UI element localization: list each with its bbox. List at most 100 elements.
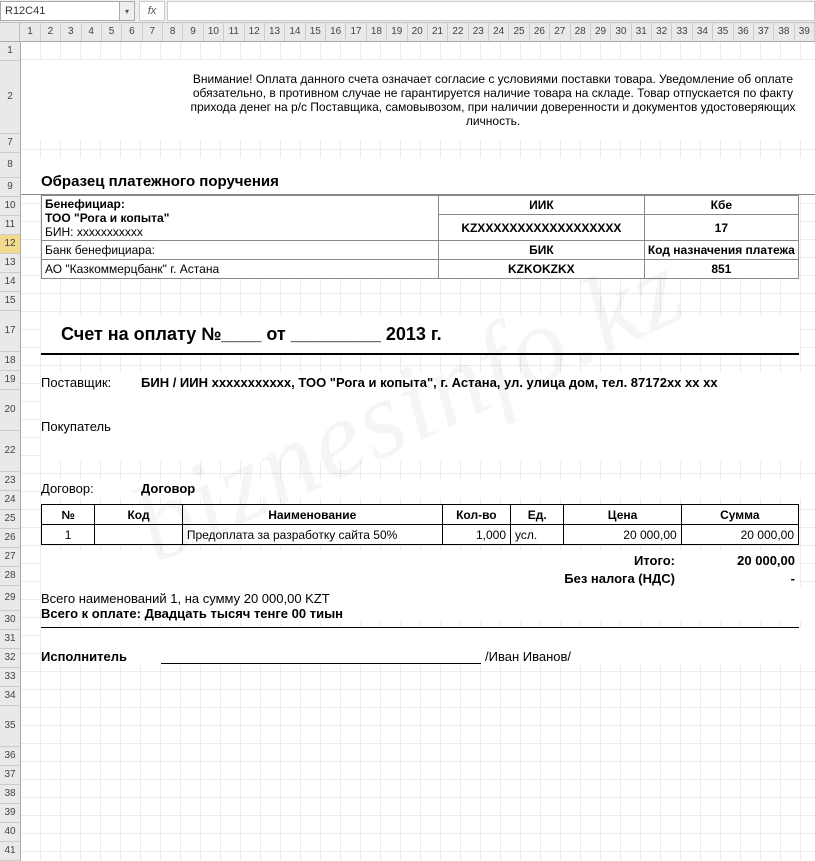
- col-header[interactable]: 5: [102, 23, 122, 41]
- row-header[interactable]: 26: [0, 529, 20, 548]
- row-header[interactable]: 15: [0, 292, 20, 311]
- col-header[interactable]: 34: [693, 23, 713, 41]
- col-header[interactable]: 13: [265, 23, 285, 41]
- col-header[interactable]: 8: [163, 23, 183, 41]
- row-header[interactable]: 8: [0, 153, 20, 178]
- row-header[interactable]: 32: [0, 649, 20, 668]
- col-header[interactable]: 18: [367, 23, 387, 41]
- items-table: № Код Наименование Кол-во Ед. Цена Сумма…: [41, 504, 799, 545]
- row-header[interactable]: 33: [0, 668, 20, 687]
- row-header[interactable]: 31: [0, 630, 20, 649]
- col-header[interactable]: 22: [448, 23, 468, 41]
- row-header[interactable]: 39: [0, 804, 20, 823]
- row-header[interactable]: 2: [0, 61, 20, 134]
- col-no: №: [42, 505, 95, 525]
- row-header[interactable]: 7: [0, 134, 20, 153]
- row-header[interactable]: 11: [0, 216, 20, 235]
- buyer-label: Покупатель: [41, 419, 141, 459]
- col-header[interactable]: 7: [143, 23, 163, 41]
- row-header[interactable]: 18: [0, 352, 20, 371]
- col-header[interactable]: 39: [795, 23, 815, 41]
- row-header[interactable]: 1: [0, 42, 20, 61]
- fx-button[interactable]: fx: [139, 1, 165, 21]
- col-header[interactable]: 35: [713, 23, 733, 41]
- cell-no: 1: [42, 525, 95, 545]
- col-price: Цена: [564, 505, 681, 525]
- row-header[interactable]: 29: [0, 586, 20, 611]
- col-header[interactable]: 38: [774, 23, 794, 41]
- col-header[interactable]: 28: [571, 23, 591, 41]
- row-header[interactable]: 19: [0, 371, 20, 390]
- col-header[interactable]: 15: [306, 23, 326, 41]
- kbe-label: Кбе: [644, 196, 798, 215]
- row-header-selected[interactable]: 12: [0, 235, 20, 254]
- row-header[interactable]: 20: [0, 390, 20, 431]
- col-header[interactable]: 1: [20, 23, 40, 41]
- col-header[interactable]: 16: [326, 23, 346, 41]
- col-header[interactable]: 37: [754, 23, 774, 41]
- cell-unit: усл.: [511, 525, 564, 545]
- row-header[interactable]: 40: [0, 823, 20, 842]
- col-header[interactable]: 31: [632, 23, 652, 41]
- novat-label: Без налога (НДС): [439, 571, 675, 586]
- row-header[interactable]: 22: [0, 431, 20, 472]
- name-box[interactable]: R12C41: [0, 1, 120, 21]
- col-header[interactable]: 20: [408, 23, 428, 41]
- col-header[interactable]: 24: [489, 23, 509, 41]
- iik-value: KZXXXXXXXXXXXXXXXXXX: [439, 215, 645, 241]
- col-header[interactable]: 19: [387, 23, 407, 41]
- col-header[interactable]: 17: [346, 23, 366, 41]
- col-header[interactable]: 21: [428, 23, 448, 41]
- col-header[interactable]: 11: [224, 23, 244, 41]
- row-header[interactable]: 27: [0, 548, 20, 567]
- col-header[interactable]: 4: [82, 23, 102, 41]
- col-header[interactable]: 23: [469, 23, 489, 41]
- row-header[interactable]: 10: [0, 197, 20, 216]
- col-header[interactable]: 12: [245, 23, 265, 41]
- col-header[interactable]: 30: [611, 23, 631, 41]
- col-header[interactable]: 32: [652, 23, 672, 41]
- payment-order-title: Образец платежного поручения: [21, 158, 815, 195]
- col-name: Наименование: [182, 505, 442, 525]
- beneficiary-bank-value: АО "Казкоммерцбанк" г. Астана: [42, 260, 439, 279]
- row-header[interactable]: 37: [0, 766, 20, 785]
- signature-line: [161, 662, 481, 664]
- col-header[interactable]: 25: [509, 23, 529, 41]
- cell-code: [95, 525, 183, 545]
- row-header[interactable]: 24: [0, 491, 20, 510]
- col-header[interactable]: 27: [550, 23, 570, 41]
- col-header[interactable]: 36: [734, 23, 754, 41]
- select-all-corner[interactable]: [0, 23, 20, 41]
- row-header[interactable]: 41: [0, 842, 20, 861]
- beneficiary-label: Бенефициар:: [45, 197, 435, 211]
- col-header[interactable]: 29: [591, 23, 611, 41]
- col-header[interactable]: 10: [204, 23, 224, 41]
- totals: Итого: 20 000,00 Без налога (НДС) -: [41, 551, 799, 587]
- formula-input[interactable]: [167, 1, 815, 21]
- col-header[interactable]: 26: [530, 23, 550, 41]
- knp-value: 851: [644, 260, 798, 279]
- row-header[interactable]: 38: [0, 785, 20, 804]
- col-header[interactable]: 6: [122, 23, 142, 41]
- row-header[interactable]: 17: [0, 311, 20, 352]
- name-box-dropdown[interactable]: ▾: [120, 1, 135, 21]
- col-header[interactable]: 2: [41, 23, 61, 41]
- row-header[interactable]: 25: [0, 510, 20, 529]
- col-header[interactable]: 9: [183, 23, 203, 41]
- row-header[interactable]: 35: [0, 706, 20, 747]
- row-header[interactable]: 9: [0, 178, 20, 197]
- row-header[interactable]: 30: [0, 611, 20, 630]
- col-code: Код: [95, 505, 183, 525]
- col-header[interactable]: 14: [285, 23, 305, 41]
- row-header[interactable]: 23: [0, 472, 20, 491]
- row-header[interactable]: 14: [0, 273, 20, 292]
- bik-label: БИК: [439, 241, 645, 260]
- row-header[interactable]: 13: [0, 254, 20, 273]
- row-header[interactable]: 28: [0, 567, 20, 586]
- spreadsheet-grid[interactable]: 1 2 7 8 9 10 11 12 13 14 15 17 18 19 20 …: [0, 42, 815, 861]
- row-header[interactable]: 34: [0, 687, 20, 706]
- col-header[interactable]: 33: [672, 23, 692, 41]
- bin-row: БИН: ххххххххххх: [45, 225, 435, 239]
- col-header[interactable]: 3: [61, 23, 81, 41]
- row-header[interactable]: 36: [0, 747, 20, 766]
